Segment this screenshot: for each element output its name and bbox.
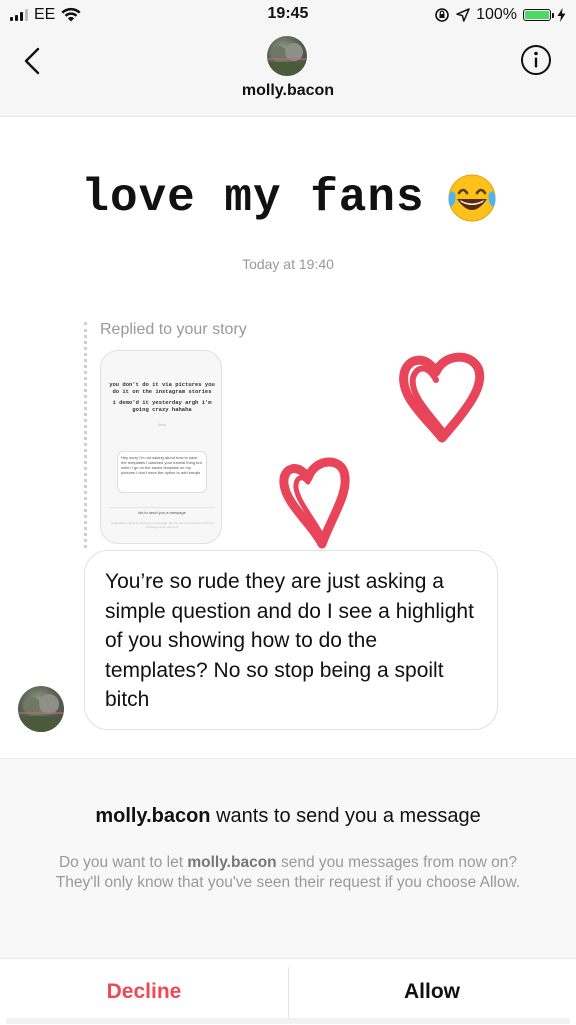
replied-to-story-label: Replied to your story	[100, 321, 247, 338]
heart-doodle-large	[399, 352, 485, 443]
avatar-photo	[18, 694, 64, 732]
heart-doodle-small	[279, 457, 350, 549]
large-message-text: love my fans	[81, 172, 425, 224]
story-thumbnail[interactable]: you don't do it via pictures you do it o…	[100, 350, 222, 544]
allow-button[interactable]: Allow	[288, 959, 576, 1025]
status-right: 100%	[434, 6, 566, 24]
header-avatar[interactable]	[267, 36, 307, 76]
request-title-user: molly.bacon	[95, 805, 211, 827]
decline-button[interactable]: Decline	[0, 959, 288, 1025]
battery-percent: 100%	[476, 6, 517, 23]
request-body-pre: Do you want to let	[58, 854, 188, 871]
location-icon	[456, 8, 470, 22]
status-bar: EE 19:45 100%	[0, 0, 576, 30]
request-title-rest: wants to send you a message	[210, 805, 481, 827]
battery-icon	[523, 9, 554, 21]
avatar-photo	[267, 43, 307, 76]
header-username[interactable]: molly.bacon	[0, 82, 576, 100]
story-text-line-2: i demo'd it yesterday argh i'm going cra…	[112, 399, 212, 413]
request-actions: Decline Allow	[0, 958, 576, 1025]
story-text-line-1: you don't do it via pictures you do it o…	[109, 381, 215, 395]
reply-indicator-line	[84, 322, 87, 548]
message-bubble[interactable]: You’re so rude they are just asking a si…	[84, 550, 498, 730]
sender-avatar[interactable]	[18, 686, 64, 732]
request-title: molly.bacon wants to send you a message	[0, 805, 576, 828]
request-description: Do you want to let molly.bacon send you …	[40, 853, 536, 893]
laughing-tears-emoji-icon	[448, 174, 496, 222]
story-message-card: Hey sorry I'm not asking about how to sa…	[117, 451, 207, 493]
charging-icon	[557, 8, 566, 22]
story-send-text: ids to send you a message	[109, 507, 215, 518]
info-icon[interactable]	[520, 44, 552, 76]
bottom-edge	[6, 1018, 570, 1024]
back-icon[interactable]	[18, 44, 50, 78]
chat-header: molly.bacon	[0, 30, 576, 117]
message-request-panel: molly.bacon wants to send you a message …	[0, 758, 576, 959]
orientation-lock-icon	[435, 8, 449, 22]
story-text: you don't do it via pictures you do it o…	[107, 381, 217, 413]
story-seen-label: Seen	[157, 423, 167, 427]
message-timestamp: Today at 19:40	[242, 256, 334, 272]
large-message: love my fans	[40, 168, 540, 228]
request-body-user: molly.bacon	[187, 854, 277, 871]
story-footer-text: molly.bacon wants to send you a message.…	[110, 521, 214, 529]
